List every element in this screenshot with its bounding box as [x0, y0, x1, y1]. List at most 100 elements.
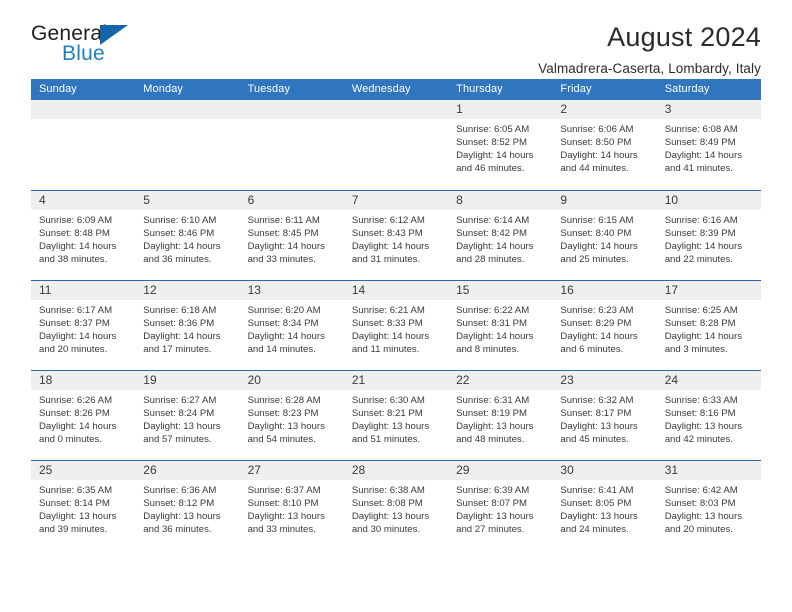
day-sunset-text: Sunset: 8:49 PM	[664, 137, 736, 149]
day-sunrise-text: Sunrise: 6:36 AM	[143, 485, 217, 496]
day-daylight1-text: Daylight: 13 hours	[664, 421, 743, 433]
day-cell[interactable]: 24 Sunrise: 6:33 AM Sunset: 8:16 PM Dayligh…	[656, 371, 761, 460]
day-daylight1-text: Daylight: 14 hours	[39, 421, 117, 433]
day-cell[interactable]: 27 Sunrise: 6:37 AM Sunset: 8:10 PM Dayligh…	[239, 461, 344, 550]
day-cell[interactable]: 6 Sunrise: 6:11 AM Sunset: 8:45 PM Daylight…	[239, 191, 344, 280]
day-cell[interactable]: 31 Sunrise: 6:42 AM Sunset: 8:03 PM Dayligh…	[656, 461, 761, 550]
day-sun-info: Sunrise: 6:22 AM Sunset: 8:31 PM Daylight:…	[448, 300, 552, 356]
weekday-header-tuesday: Tuesday	[247, 83, 291, 95]
day-cell[interactable]: 9 Sunrise: 6:15 AM Sunset: 8:40 PM Daylight…	[552, 191, 657, 280]
day-cell[interactable]: 26 Sunrise: 6:36 AM Sunset: 8:12 PM Dayligh…	[135, 461, 240, 550]
day-cell[interactable]: 7 Sunrise: 6:12 AM Sunset: 8:43 PM Daylight…	[343, 191, 449, 280]
calendar-body: 1 Sunrise: 6:05 AM Sunset: 8:52 PM Daylight…	[31, 100, 761, 550]
day-cell[interactable]: 15 Sunrise: 6:22 AM Sunset: 8:31 PM Dayligh…	[448, 281, 553, 370]
day-daylight2-text: and 28 minutes.	[456, 254, 525, 266]
day-daylight1-text: Daylight: 14 hours	[143, 241, 221, 253]
day-cell[interactable]: 28 Sunrise: 6:38 AM Sunset: 8:08 PM Dayligh…	[343, 461, 449, 550]
day-sunrise-text: Sunrise: 6:30 AM	[351, 395, 425, 406]
day-daylight1-text: Daylight: 13 hours	[664, 511, 743, 523]
day-sunrise-text: Sunrise: 6:18 AM	[143, 305, 217, 316]
day-sunset-text: Sunset: 8:48 PM	[39, 228, 110, 240]
day-daylight2-text: and 0 minutes.	[39, 434, 102, 446]
day-number-band: 12	[135, 281, 240, 300]
day-sun-info: Sunrise: 6:16 AM Sunset: 8:39 PM Daylight:…	[657, 210, 761, 266]
general-blue-logo[interactable]: General Blue	[31, 22, 149, 74]
day-sunrise-text: Sunrise: 6:06 AM	[560, 124, 634, 135]
day-cell[interactable]: 20 Sunrise: 6:28 AM Sunset: 8:23 PM Dayligh…	[239, 371, 344, 460]
day-sunset-text: Sunset: 8:50 PM	[560, 137, 632, 149]
day-cell[interactable]: 12 Sunrise: 6:18 AM Sunset: 8:36 PM Dayligh…	[135, 281, 240, 370]
day-cell[interactable]: 2 Sunrise: 6:06 AM Sunset: 8:50 PM Daylight…	[552, 100, 657, 190]
day-cell[interactable]: 21 Sunrise: 6:30 AM Sunset: 8:21 PM Dayligh…	[343, 371, 449, 460]
day-number: 3	[664, 102, 672, 116]
day-number-band: 20	[239, 371, 344, 390]
day-daylight2-text: and 17 minutes.	[143, 344, 212, 356]
day-sunrise-text: Sunrise: 6:42 AM	[664, 485, 738, 496]
day-sunset-text: Sunset: 8:26 PM	[39, 408, 110, 420]
day-cell[interactable]: 17 Sunrise: 6:25 AM Sunset: 8:28 PM Dayligh…	[656, 281, 761, 370]
day-cell[interactable]: 30 Sunrise: 6:41 AM Sunset: 8:05 PM Dayligh…	[552, 461, 657, 550]
day-sunrise-text: Sunrise: 6:28 AM	[247, 395, 321, 406]
day-daylight2-text: and 24 minutes.	[560, 524, 629, 536]
day-cell[interactable]: 23 Sunrise: 6:32 AM Sunset: 8:17 PM Dayligh…	[552, 371, 657, 460]
day-daylight2-text: and 27 minutes.	[456, 524, 525, 536]
day-sun-info: Sunrise: 6:35 AM Sunset: 8:14 PM Daylight:…	[31, 480, 135, 536]
day-cell[interactable]: 10 Sunrise: 6:16 AM Sunset: 8:39 PM Dayligh…	[656, 191, 761, 280]
weekday-header-saturday: Saturday	[664, 83, 710, 95]
day-cell[interactable]: 16 Sunrise: 6:23 AM Sunset: 8:29 PM Dayligh…	[552, 281, 657, 370]
weekday-header-thursday: Thursday	[456, 83, 503, 95]
day-number-band: 29	[448, 461, 553, 480]
day-daylight1-text: Daylight: 13 hours	[351, 511, 430, 523]
day-cell[interactable]: 22 Sunrise: 6:31 AM Sunset: 8:19 PM Dayligh…	[448, 371, 553, 460]
day-cell[interactable]: 1 Sunrise: 6:05 AM Sunset: 8:52 PM Daylight…	[448, 100, 553, 190]
day-number: 31	[664, 463, 679, 477]
day-sunset-text: Sunset: 8:29 PM	[560, 318, 632, 330]
weekday-header-monday: Monday	[143, 83, 184, 95]
day-cell[interactable]: 4 Sunrise: 6:09 AM Sunset: 8:48 PM Daylight…	[31, 191, 136, 280]
day-number-band: 2	[552, 100, 657, 119]
location-subtitle: Valmadrera-Caserta, Lombardy, Italy	[538, 61, 761, 76]
day-daylight2-text: and 20 minutes.	[39, 344, 108, 356]
title-block: August 2024 Valmadrera-Caserta, Lombardy…	[538, 22, 761, 78]
day-daylight1-text: Daylight: 13 hours	[143, 421, 221, 433]
day-number: 20	[247, 373, 261, 387]
day-number-band: 8	[448, 191, 553, 210]
day-daylight2-text: and 25 minutes.	[560, 254, 629, 266]
day-sunrise-text: Sunrise: 6:14 AM	[456, 215, 530, 226]
day-daylight1-text: Daylight: 14 hours	[664, 150, 743, 162]
day-daylight2-text: and 44 minutes.	[560, 163, 629, 175]
day-sun-info: Sunrise: 6:20 AM Sunset: 8:34 PM Daylight:…	[240, 300, 344, 356]
day-sunset-text: Sunset: 8:31 PM	[456, 318, 528, 330]
day-number-band: 11	[31, 281, 136, 300]
day-daylight2-text: and 22 minutes.	[664, 254, 733, 266]
day-number: 15	[456, 283, 470, 297]
day-sunset-text: Sunset: 8:28 PM	[664, 318, 736, 330]
day-sunset-text: Sunset: 8:46 PM	[143, 228, 215, 240]
day-sunrise-text: Sunrise: 6:26 AM	[39, 395, 113, 406]
day-daylight2-text: and 36 minutes.	[143, 524, 212, 536]
day-number-band: 13	[239, 281, 344, 300]
day-cell[interactable]: 29 Sunrise: 6:39 AM Sunset: 8:07 PM Dayligh…	[448, 461, 553, 550]
day-cell[interactable]: 14 Sunrise: 6:21 AM Sunset: 8:33 PM Dayligh…	[343, 281, 449, 370]
day-cell[interactable]: 19 Sunrise: 6:27 AM Sunset: 8:24 PM Dayligh…	[135, 371, 240, 460]
day-cell[interactable]: 5 Sunrise: 6:10 AM Sunset: 8:46 PM Daylight…	[135, 191, 240, 280]
day-sun-info: Sunrise: 6:28 AM Sunset: 8:23 PM Daylight:…	[240, 390, 344, 446]
day-sun-info: Sunrise: 6:32 AM Sunset: 8:17 PM Daylight:…	[552, 390, 656, 446]
day-sun-info: Sunrise: 6:27 AM Sunset: 8:24 PM Daylight:…	[135, 390, 239, 446]
day-cell[interactable]: 18 Sunrise: 6:26 AM Sunset: 8:26 PM Dayligh…	[31, 371, 136, 460]
day-sunrise-text: Sunrise: 6:21 AM	[351, 305, 425, 316]
day-cell[interactable]: 13 Sunrise: 6:20 AM Sunset: 8:34 PM Dayligh…	[239, 281, 344, 370]
day-sunset-text: Sunset: 8:16 PM	[664, 408, 736, 420]
day-daylight1-text: Daylight: 14 hours	[143, 331, 221, 343]
day-sunset-text: Sunset: 8:14 PM	[39, 498, 110, 510]
day-cell[interactable]: 3 Sunrise: 6:08 AM Sunset: 8:49 PM Daylight…	[656, 100, 761, 190]
day-sunset-text: Sunset: 8:19 PM	[456, 408, 528, 420]
day-sun-info: Sunrise: 6:18 AM Sunset: 8:36 PM Daylight:…	[135, 300, 239, 356]
day-cell[interactable]: 25 Sunrise: 6:35 AM Sunset: 8:14 PM Dayligh…	[31, 461, 136, 550]
day-number-band: 14	[343, 281, 449, 300]
day-cell[interactable]: 11 Sunrise: 6:17 AM Sunset: 8:37 PM Dayligh…	[31, 281, 136, 370]
day-sunset-text: Sunset: 8:40 PM	[560, 228, 632, 240]
calendar-week-row: 11 Sunrise: 6:17 AM Sunset: 8:37 PM Dayligh…	[31, 280, 761, 370]
day-cell[interactable]: 8 Sunrise: 6:14 AM Sunset: 8:42 PM Daylight…	[448, 191, 553, 280]
day-sunrise-text: Sunrise: 6:35 AM	[39, 485, 113, 496]
